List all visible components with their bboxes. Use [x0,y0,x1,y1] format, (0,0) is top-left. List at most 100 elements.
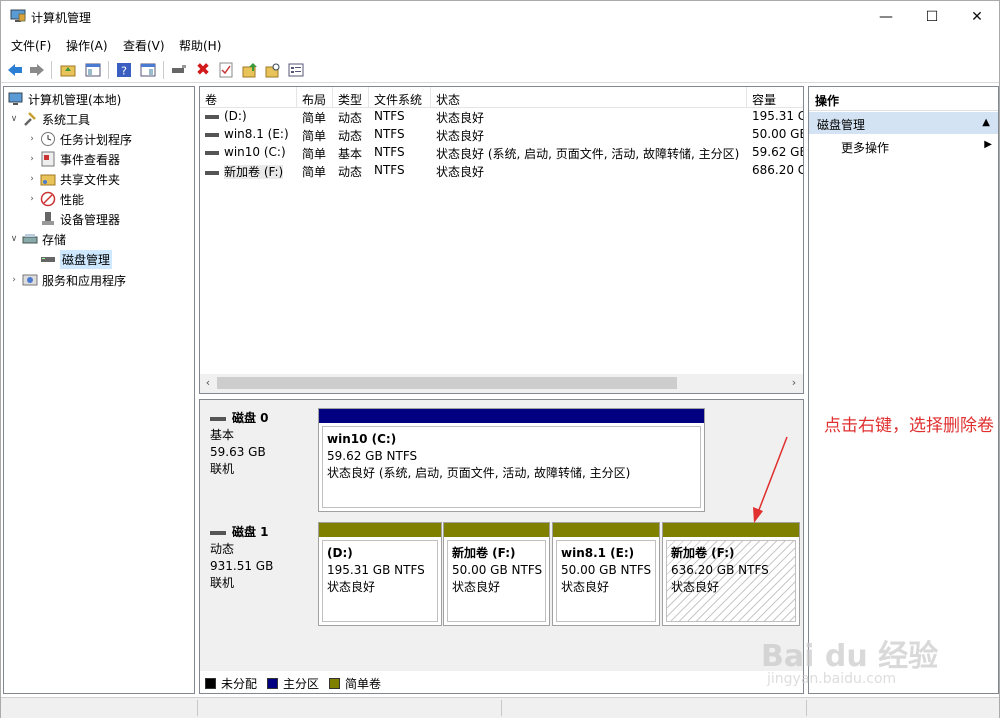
partition-body: win10 (C:) 59.62 GB NTFS 状态良好 (系统, 启动, 页… [322,426,701,508]
expand-chevron-icon[interactable]: › [26,194,38,204]
menu-view[interactable]: 查看(V) [123,37,165,54]
menu-file[interactable]: 文件(F) [11,37,51,54]
expand-chevron-icon[interactable]: › [8,275,20,285]
scrollbar-thumb[interactable] [217,377,677,389]
actions-title: 操作 [809,87,998,111]
tree-item-performance[interactable]: › 性能 [26,189,84,209]
menu-bar: 文件(F) 操作(A) 查看(V) 帮助(H) [1,33,999,55]
help-button[interactable]: ? [115,61,133,79]
maximize-button[interactable]: ☐ [909,1,955,33]
disk-icon [210,530,226,535]
close-button[interactable]: ✕ [954,1,1000,33]
partition-f-large[interactable]: 新加卷 (F:) 636.20 GB NTFS 状态良好 [662,522,800,626]
properties-icon [288,63,304,77]
disk-1-label[interactable]: 磁盘 1 动态 931.51 GB 联机 [202,520,315,624]
partition-name: 新加卷 (F:) [671,546,735,560]
column-header-layout[interactable]: 布局 [297,87,333,108]
partition-body: (D:) 195.31 GB NTFS 状态良好 [322,540,438,622]
window-view-icon [140,63,156,77]
column-header-type[interactable]: 类型 [333,87,369,108]
tree-item-event-viewer[interactable]: › 事件查看器 [26,149,120,169]
tree-item-services-apps[interactable]: › 服务和应用程序 [8,270,126,290]
back-arrow-icon [8,64,22,76]
table-row[interactable]: (D:) [200,109,297,127]
partition-body: win8.1 (E:) 50.00 GB NTFS 状态良好 [556,540,656,622]
tree-item-storage[interactable]: ∨ 存储 [8,229,66,249]
disk-name: 磁盘 0 [232,411,269,425]
minimize-button[interactable]: — [863,1,909,33]
status-cell: 状态良好 (系统, 启动, 页面文件, 活动, 故障转储, 主分区) [436,147,740,161]
delete-button[interactable]: ✖ [194,61,212,79]
table-row[interactable]: win8.1 (E:) [200,127,297,145]
expand-chevron-icon[interactable]: ∨ [8,234,20,244]
tree-label: 任务计划程序 [60,132,133,147]
partition-d[interactable]: (D:) 195.31 GB NTFS 状态良好 [318,522,442,626]
menu-help[interactable]: 帮助(H) [179,37,221,54]
status-cell: 状态良好 [436,165,485,179]
folder-search-icon [265,63,280,78]
checklist-icon [219,62,233,78]
disk-icon [210,416,226,421]
tree-item-shared-folders[interactable]: › 共享文件夹 [26,169,120,189]
status-cell: 状态良好 [436,129,485,143]
column-header-capacity[interactable]: 容量 [747,87,803,108]
partition-f-small[interactable]: 新加卷 (F:) 50.00 GB NTFS 状态良好 [443,522,550,626]
volume-name: win8.1 (E:) [224,127,289,141]
tree-item-disk-management[interactable]: 磁盘管理 [38,249,113,269]
scroll-left-icon[interactable]: ‹ [201,376,215,389]
partition-name: win8.1 (E:) [561,546,635,560]
tree-label: 存储 [42,232,67,247]
computer-management-icon [8,91,24,107]
baidu-watermark: Bai du 经验 [761,639,939,674]
show-hide-tree-button[interactable] [84,61,102,79]
disk-area: 磁盘 0 基本 59.63 GB 联机 win10 (C:) 59.62 GB … [200,400,803,671]
partition-e[interactable]: win8.1 (E:) 50.00 GB NTFS 状态良好 [552,522,660,626]
storage-icon [22,231,38,247]
volume-list: 卷 布局 类型 文件系统 状态 容量 (D:) 简单 动态 NTFS 状态良好 … [199,86,804,394]
column-header-filesystem[interactable]: 文件系统 [369,87,431,108]
disk-size: 931.51 GB [210,559,274,573]
tree-label: 事件查看器 [60,152,121,167]
volume-name: 新加卷 (F:) [224,165,284,179]
more-actions-item[interactable]: 更多操作 [841,139,889,156]
properties-view-button[interactable] [139,61,157,79]
expand-chevron-icon[interactable]: ∨ [8,114,20,124]
export-button[interactable] [241,61,259,79]
scroll-right-icon[interactable]: › [787,376,801,389]
menu-action[interactable]: 操作(A) [66,37,108,54]
table-row[interactable]: win10 (C:) [200,145,297,163]
tree-item-computer-management[interactable]: 计算机管理(本地) [6,89,121,109]
partition-c[interactable]: win10 (C:) 59.62 GB NTFS 状态良好 (系统, 启动, 页… [318,408,705,512]
table-row[interactable]: 新加卷 (F:) [200,163,297,181]
horizontal-scrollbar[interactable]: ‹ › [200,374,803,393]
title-bar: 计算机管理 — ☐ ✕ [1,1,999,33]
connect-button[interactable] [170,61,188,79]
partition-color-bar [444,523,549,537]
capacity-cell: 59.62 GB [752,145,804,159]
toolbar-separator [51,61,52,79]
column-header-volume[interactable]: 卷 [200,87,297,108]
forward-button[interactable] [28,61,46,79]
column-header-status[interactable]: 状态 [431,87,747,108]
legend: 未分配 主分区 简单卷 [200,674,803,693]
tree-item-system-tools[interactable]: ∨ 系统工具 [8,109,90,129]
tree-item-task-scheduler[interactable]: › 任务计划程序 [26,129,132,149]
back-button[interactable] [6,61,24,79]
tree-label: 服务和应用程序 [42,273,127,288]
tree-label: 性能 [60,192,85,207]
partition-size: 636.20 GB NTFS [671,563,769,577]
expand-chevron-icon[interactable]: › [26,174,38,184]
actions-section-disk-management[interactable]: 磁盘管理 ▲ [809,112,998,134]
tree-item-device-manager[interactable]: 设备管理器 [38,209,120,229]
check-button[interactable] [217,61,235,79]
layout-cell: 简单 [302,147,327,161]
disk-0-label[interactable]: 磁盘 0 基本 59.63 GB 联机 [202,406,315,514]
folder-export-icon [242,63,257,78]
volume-icon [205,114,219,119]
expand-chevron-icon[interactable]: › [26,154,38,164]
up-level-button[interactable] [59,61,77,79]
collapse-triangle-icon[interactable]: ▲ [982,117,990,128]
search-button[interactable] [264,61,282,79]
properties-button[interactable] [287,61,305,79]
expand-chevron-icon[interactable]: › [26,134,38,144]
